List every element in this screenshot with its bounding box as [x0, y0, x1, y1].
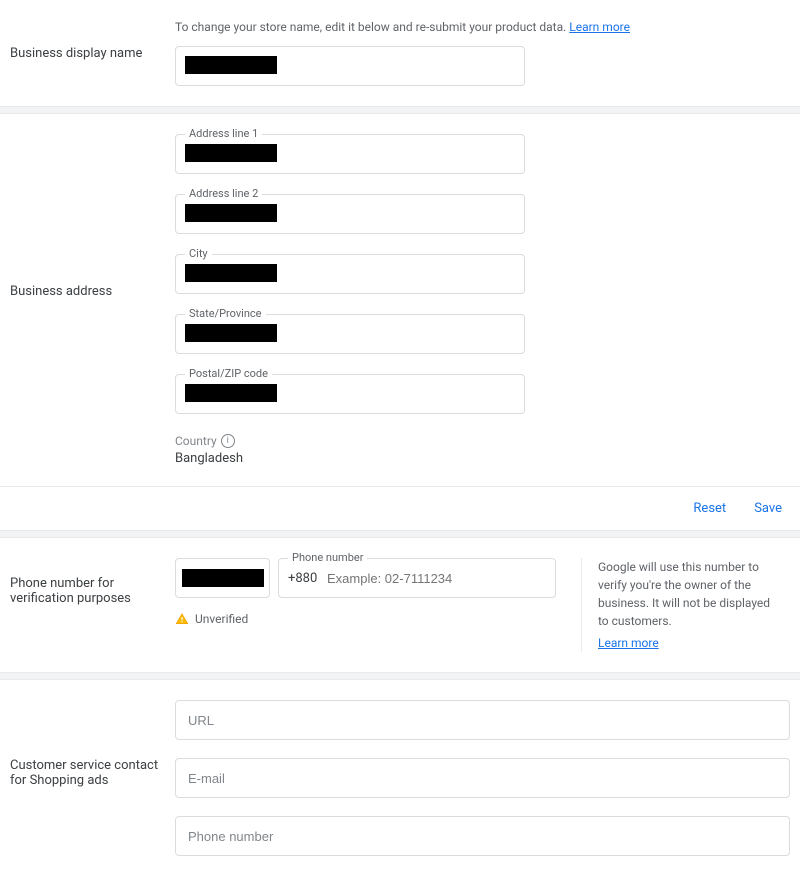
city-label: City [185, 247, 212, 260]
section-separator [0, 106, 800, 114]
cs-phone-input[interactable] [175, 816, 790, 856]
display-name-helper: To change your store name, edit it below… [175, 20, 790, 34]
actions-row: Reset Save [0, 487, 800, 530]
phone-status: Unverified [195, 612, 248, 626]
business-address-label: Business address [10, 284, 112, 299]
address-line2-label: Address line 2 [185, 187, 262, 200]
city-input[interactable] [175, 254, 525, 294]
info-icon[interactable]: i [221, 434, 235, 448]
redacted-block [182, 569, 264, 587]
section-display-name: Business display name To change your sto… [0, 0, 800, 106]
section-customer-service: Customer service contact for Shopping ad… [0, 680, 800, 876]
country-value: Bangladesh [175, 451, 790, 466]
phone-number-input[interactable] [278, 558, 556, 598]
phone-prefix: +880 [288, 558, 317, 598]
reset-button[interactable]: Reset [693, 501, 726, 516]
save-button[interactable]: Save [754, 501, 782, 516]
warning-icon [175, 612, 189, 626]
postal-input[interactable] [175, 374, 525, 414]
country-label: Country [175, 434, 217, 448]
display-name-learn-more-link[interactable]: Learn more [569, 20, 630, 34]
phone-section-label: Phone number for verification purposes [10, 576, 131, 606]
customer-service-label: Customer service contact for Shopping ad… [10, 758, 158, 788]
state-input[interactable] [175, 314, 525, 354]
display-name-label: Business display name [10, 46, 142, 61]
section-separator [0, 530, 800, 538]
section-phone-verification: Phone number for verification purposes P… [0, 538, 800, 672]
address-line2-input[interactable] [175, 194, 525, 234]
display-name-input[interactable] [175, 46, 525, 86]
phone-country-code-select[interactable] [175, 558, 270, 598]
cs-email-input[interactable] [175, 758, 790, 798]
section-business-address: Business address Address line 1 Address … [0, 114, 800, 486]
address-line1-input[interactable] [175, 134, 525, 174]
state-label: State/Province [185, 307, 266, 320]
phone-info-panel: Google will use this number to verify yo… [581, 558, 781, 652]
postal-label: Postal/ZIP code [185, 367, 272, 380]
address-line1-label: Address line 1 [185, 127, 262, 140]
cs-url-input[interactable] [175, 700, 790, 740]
phone-learn-more-link[interactable]: Learn more [598, 634, 659, 652]
section-separator [0, 672, 800, 680]
